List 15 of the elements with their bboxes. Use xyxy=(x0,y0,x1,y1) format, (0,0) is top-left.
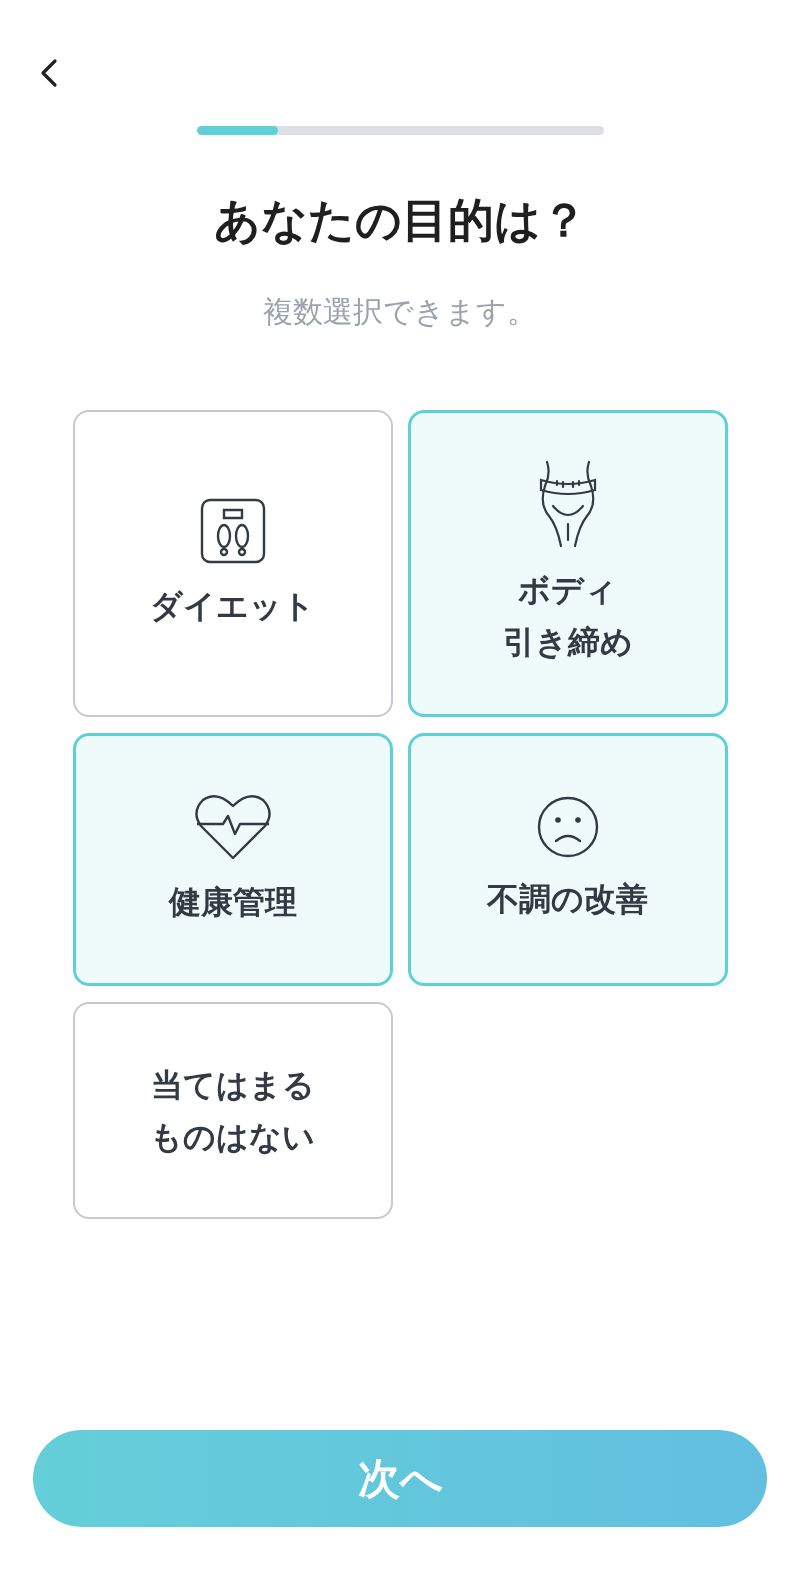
option-label: 不調の改善 xyxy=(487,878,648,920)
option-label: ものはない xyxy=(150,1116,315,1158)
option-card[interactable]: ダイエット xyxy=(72,410,393,717)
option-label: 当てはまる xyxy=(150,1064,315,1106)
page-title: あなたの目的は？ xyxy=(213,192,587,249)
option-card[interactable]: ボディ 引き締め xyxy=(407,410,728,717)
option-label: 健康管理 xyxy=(168,881,297,923)
sad-face-icon xyxy=(535,794,600,859)
option-label: ボディ xyxy=(518,569,617,611)
option-label: ダイエット xyxy=(150,585,315,627)
option-card[interactable]: 不調の改善 xyxy=(407,733,728,986)
subtitle-text: 複数選択できます。 xyxy=(263,293,537,331)
option-card[interactable]: 健康管理 xyxy=(72,733,393,986)
option-card[interactable]: 当てはまる ものはない xyxy=(72,1002,393,1219)
option-label: 引き締め xyxy=(502,621,633,663)
